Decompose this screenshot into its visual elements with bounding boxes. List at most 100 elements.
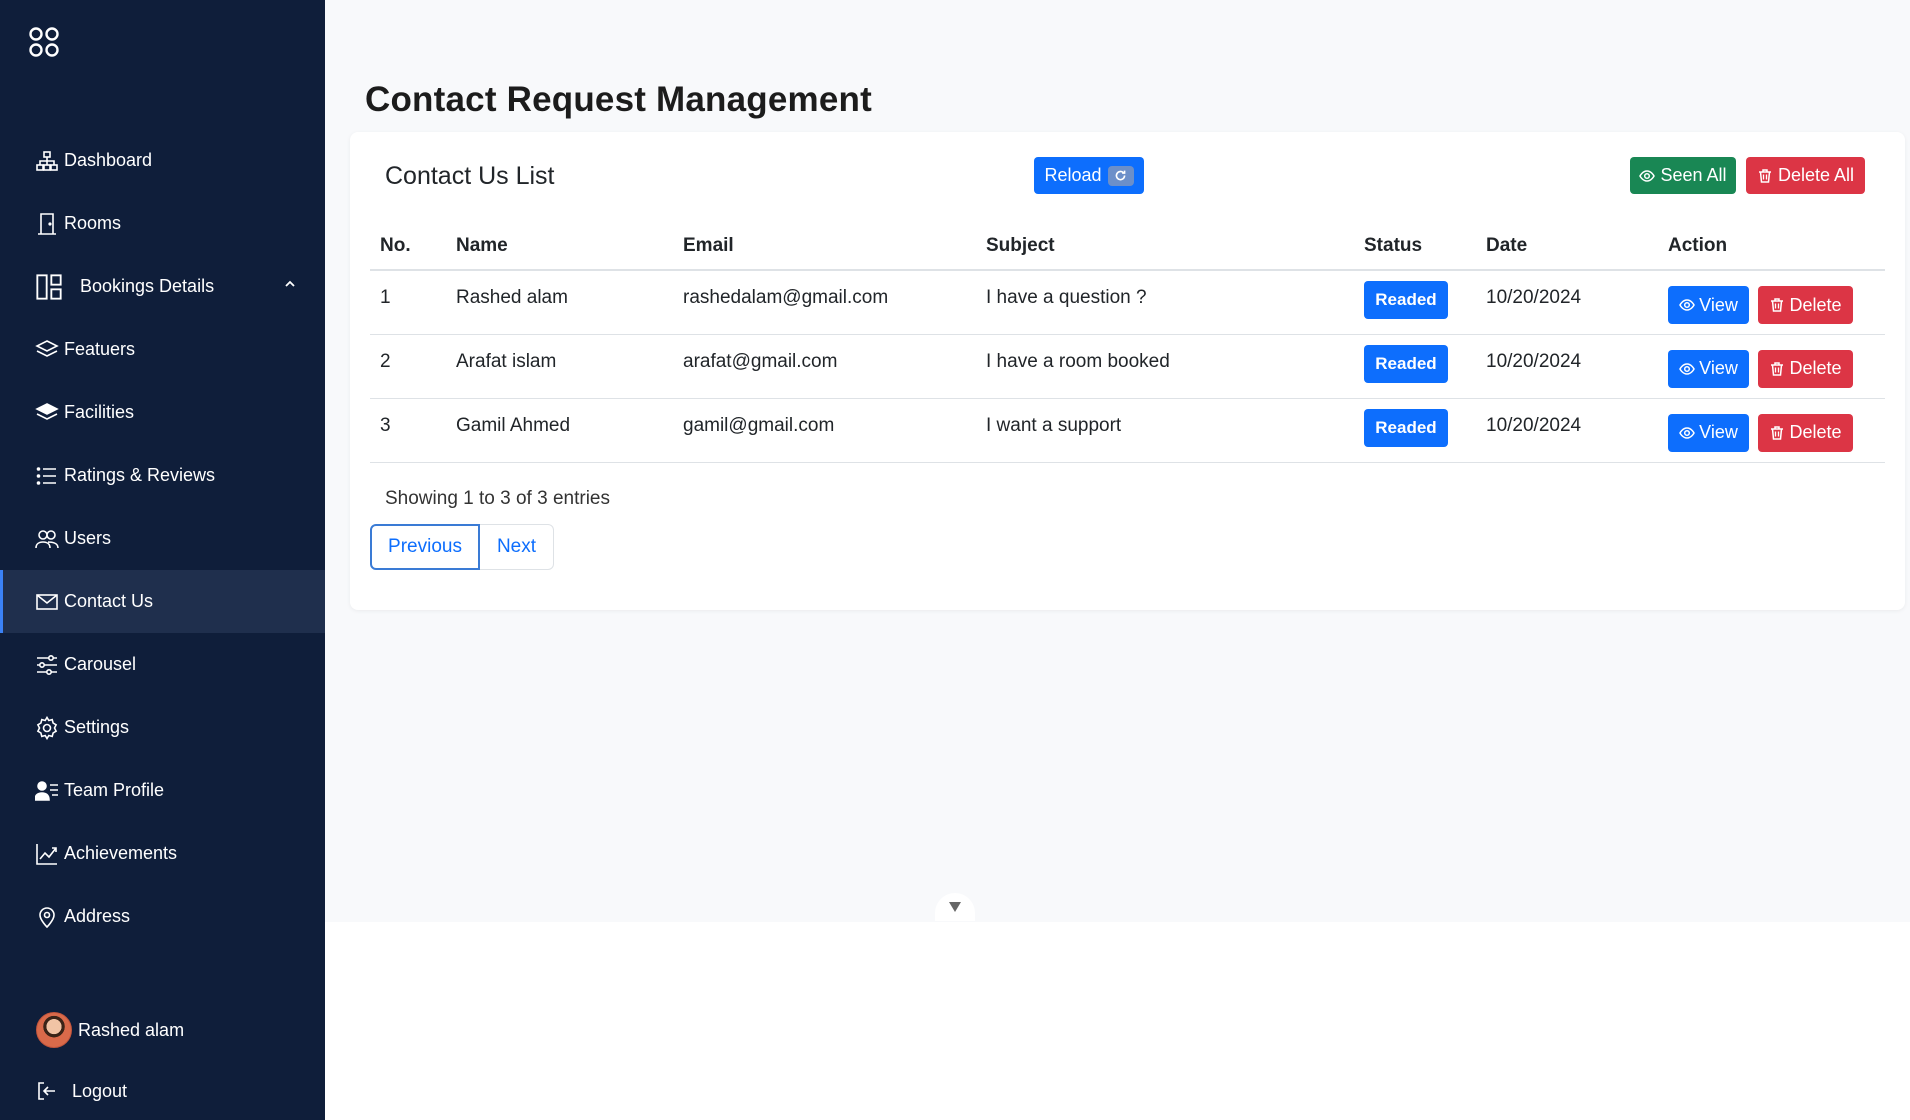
cell-no: 2 [370,334,446,399]
sidebar-item-dashboard[interactable]: Dashboard [0,129,325,192]
chevron-down-icon [949,902,961,912]
cell-name: Arafat islam [446,334,673,399]
delete-button[interactable]: Delete [1758,286,1853,324]
trash-icon [1771,425,1784,440]
layout-icon [34,272,64,302]
next-page-button[interactable]: Next [480,524,554,570]
cell-date: 10/20/2024 [1476,398,1658,463]
reload-button[interactable]: Reload [1034,157,1144,194]
list-icon [34,463,60,489]
cell-status: Readed [1354,334,1476,399]
eye-icon [1639,169,1656,182]
sidebar: Dashboard Rooms Bookings Details Featuer… [0,0,325,1120]
apps-circles-icon[interactable] [28,26,62,60]
sidebar-item-label: Facilities [64,402,135,422]
sidebar-item-address[interactable]: Address [0,885,325,948]
cell-email: rashedalam@gmail.com [673,270,976,335]
delete-button[interactable]: Delete [1758,349,1853,388]
contact-list-card: Contact Us List Reload Seen All Delete A… [350,132,1905,610]
cell-name: Rashed alam [446,270,673,335]
sidebar-item-featuers[interactable]: Featuers [0,318,325,381]
sidebar-item-label: Bookings Details [80,276,215,296]
delete-label: Delete [1789,294,1842,315]
cell-no: 1 [370,270,446,335]
sidebar-item-label: Contact Us [64,591,154,611]
logout-button[interactable]: Logout [34,1078,127,1104]
cell-action: View Delete [1658,270,1885,335]
cell-subject: I have a question ? [976,270,1354,335]
header-email[interactable]: Email [673,222,976,271]
delete-button[interactable]: Delete [1758,413,1853,452]
sidebar-item-settings[interactable]: Settings [0,696,325,759]
eye-icon [1679,426,1695,439]
reload-label: Reload [1044,165,1102,185]
sidebar-item-label: Featuers [64,339,136,359]
header-date[interactable]: Date [1476,222,1658,271]
pagination: Previous Next [370,524,554,570]
eye-icon [1679,362,1695,375]
cell-email: gamil@gmail.com [673,398,976,463]
table-header-row: No. Name Email Subject Status Date Actio… [370,222,1885,271]
status-badge[interactable]: Readed [1364,344,1448,383]
stack-icon [34,400,60,426]
header-no[interactable]: No. [370,222,446,271]
graph-up-icon [34,841,60,867]
header-action: Action [1658,222,1885,271]
eye-icon [1679,299,1695,311]
logout-icon [34,1078,60,1104]
cell-no: 3 [370,398,446,463]
door-icon [34,211,60,237]
envelope-icon [34,589,60,615]
view-button[interactable]: View [1668,413,1749,452]
sidebar-nav: Dashboard Rooms Bookings Details Featuer… [0,129,325,948]
sidebar-item-label: Dashboard [64,150,153,170]
sidebar-item-label: Users [64,528,112,548]
sidebar-item-ratings-reviews[interactable]: Ratings & Reviews [0,444,325,507]
view-button[interactable]: View [1668,286,1749,324]
seen-all-button[interactable]: Seen All [1630,157,1736,194]
page-title: Contact Request Management [365,80,872,119]
header-subject[interactable]: Subject [976,222,1354,271]
view-label: View [1699,358,1738,378]
cell-date: 10/20/2024 [1476,270,1658,335]
cell-name: Gamil Ahmed [446,398,673,463]
sidebar-item-rooms[interactable]: Rooms [0,192,325,255]
cell-status: Readed [1354,398,1476,463]
user-name: Rashed alam [78,1019,185,1040]
sidebar-item-team-profile[interactable]: Team Profile [0,759,325,822]
previous-page-button[interactable]: Previous [370,524,480,570]
cell-action: View Delete [1658,398,1885,463]
status-badge[interactable]: Readed [1364,408,1448,447]
user-profile[interactable]: Rashed alam [36,1012,184,1048]
cell-email: arafat@gmail.com [673,334,976,399]
cell-action: View Delete [1658,334,1885,399]
seen-all-label: Seen All [1660,165,1727,185]
sidebar-item-label: Address [64,906,131,926]
sidebar-item-contact-us[interactable]: Contact Us [0,570,325,633]
chevron-up-icon[interactable] [283,275,297,289]
gear-icon [34,715,60,741]
logout-label: Logout [72,1080,128,1101]
header-status[interactable]: Status [1354,222,1476,271]
view-button[interactable]: View [1668,349,1749,388]
users-icon [34,526,60,552]
sidebar-item-facilities[interactable]: Facilities [0,381,325,444]
status-badge[interactable]: Readed [1364,281,1448,319]
cell-subject: I have a room booked [976,334,1354,399]
sidebar-item-carousel[interactable]: Carousel [0,633,325,696]
card-title: Contact Us List [385,162,555,190]
header-name[interactable]: Name [446,222,673,271]
trash-icon [1771,298,1784,312]
sidebar-item-bookings-details[interactable]: Bookings Details [0,255,325,318]
sidebar-item-label: Rooms [64,213,122,233]
sitemap-icon [34,148,60,174]
sidebar-item-label: Carousel [64,654,137,674]
refresh-icon [1107,165,1134,186]
cell-date: 10/20/2024 [1476,334,1658,399]
sidebar-item-users[interactable]: Users [0,507,325,570]
view-label: View [1699,294,1738,315]
sidebar-item-label: Team Profile [64,780,165,800]
delete-all-button[interactable]: Delete All [1746,157,1865,194]
sidebar-item-label: Achievements [64,843,178,863]
sidebar-item-achievements[interactable]: Achievements [0,822,325,885]
